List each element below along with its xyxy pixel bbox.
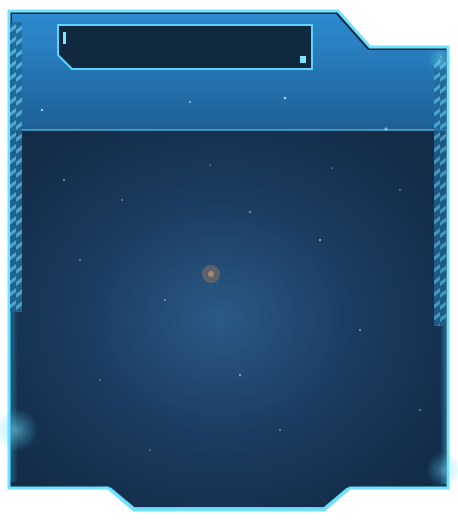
right-stripe-rail (434, 56, 446, 326)
left-edge-glow (10, 312, 18, 482)
panel-title (73, 34, 297, 58)
panel-content-area (22, 130, 434, 475)
left-stripe-rail (10, 22, 22, 312)
title-bar (57, 24, 313, 70)
corner-glow-top-right (428, 48, 452, 72)
game-panel (0, 0, 458, 521)
